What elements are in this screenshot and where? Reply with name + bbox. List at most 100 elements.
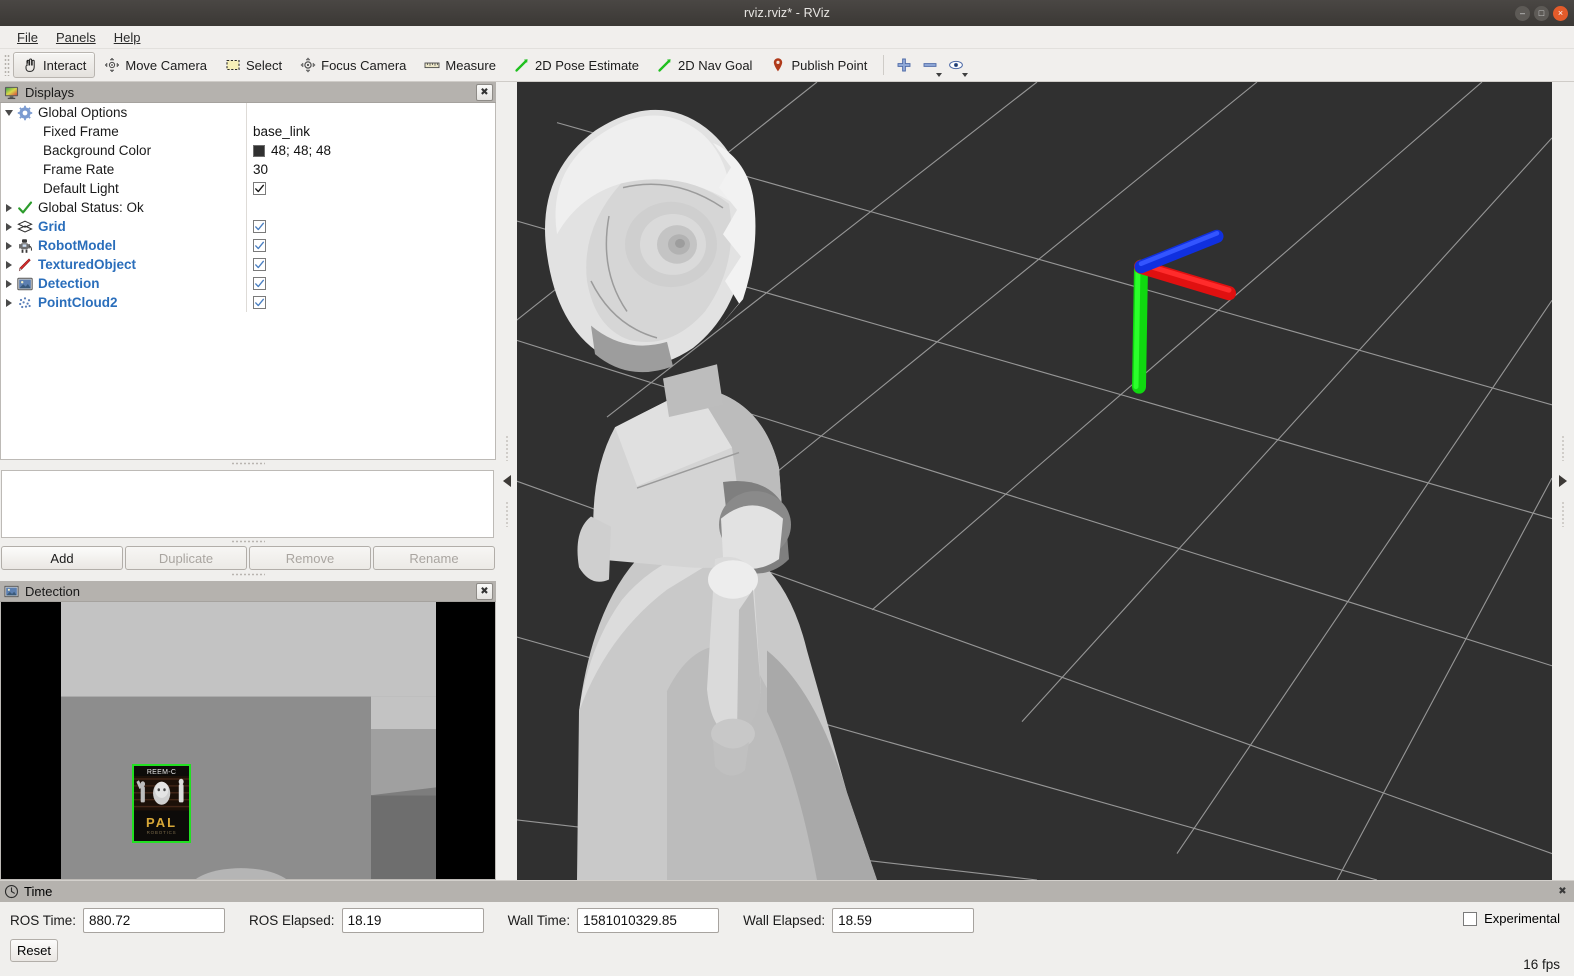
enable-checkbox[interactable] bbox=[253, 239, 266, 252]
tree-row-robotmodel[interactable]: RobotModel bbox=[1, 236, 495, 255]
tool-select-label: Select bbox=[246, 57, 283, 73]
tree-item-label: Fixed Frame bbox=[43, 124, 119, 139]
time-panel-close-button[interactable]: ✖ bbox=[1554, 883, 1571, 900]
enable-checkbox[interactable] bbox=[253, 277, 266, 290]
ros-elapsed-input[interactable] bbox=[341, 908, 484, 933]
render-view-3d[interactable] bbox=[517, 82, 1552, 880]
enable-checkbox[interactable] bbox=[253, 182, 266, 195]
tree-row-name: PointCloud2 bbox=[1, 293, 247, 312]
tree-row-detection[interactable]: Detection bbox=[1, 274, 495, 293]
tree-row-name: Detection bbox=[1, 274, 247, 293]
expander-expand-icon[interactable] bbox=[1, 260, 17, 269]
hand-cursor-icon bbox=[22, 57, 38, 73]
displays-tree[interactable]: Global Options Fixed Frame base_link Backgr… bbox=[0, 103, 496, 460]
close-button[interactable]: × bbox=[1553, 5, 1568, 21]
remove-tool-button[interactable] bbox=[917, 52, 943, 78]
right-view-splitter[interactable] bbox=[1552, 82, 1574, 880]
remove-display-button[interactable]: Remove bbox=[249, 546, 371, 570]
experimental-checkbox[interactable] bbox=[1463, 911, 1478, 926]
displays-panel-close-button[interactable]: ✖ bbox=[476, 84, 493, 101]
tree-row-grid[interactable]: Grid bbox=[1, 217, 495, 236]
tree-row-global-options[interactable]: Global Options bbox=[1, 103, 495, 122]
properties-splitter[interactable] bbox=[0, 538, 496, 545]
tree-item-label: Global Status: Ok bbox=[38, 200, 144, 215]
window-title: rviz.rviz* - RViz bbox=[744, 6, 830, 20]
minimize-button[interactable]: – bbox=[1515, 5, 1530, 21]
ogre-scene bbox=[517, 82, 1552, 880]
grid-icon bbox=[17, 219, 33, 235]
menu-help[interactable]: Help bbox=[105, 28, 150, 47]
tool-move-camera[interactable]: Move Camera bbox=[95, 52, 216, 78]
expander-expand-icon[interactable] bbox=[1, 298, 17, 307]
rename-display-button[interactable]: Rename bbox=[373, 546, 495, 570]
ros-time-label: ROS Time: bbox=[10, 913, 77, 928]
detection-panel-close-button[interactable]: ✖ bbox=[476, 583, 493, 600]
displays-splitter[interactable] bbox=[0, 460, 496, 467]
expander-expand-icon[interactable] bbox=[1, 203, 17, 212]
wall-time-input[interactable] bbox=[577, 908, 720, 933]
enable-checkbox[interactable] bbox=[253, 220, 266, 233]
duplicate-display-button[interactable]: Duplicate bbox=[125, 546, 247, 570]
tool-2d-pose-estimate-label: 2D Pose Estimate bbox=[534, 57, 640, 73]
detection-camera-view[interactable]: REEM-C PAL ROBOTICS bbox=[0, 602, 496, 880]
tree-value-text[interactable]: 48; 48; 48 bbox=[271, 143, 331, 158]
tree-row-value bbox=[247, 103, 495, 122]
left-view-splitter[interactable] bbox=[496, 82, 517, 880]
tree-row-value bbox=[247, 198, 495, 217]
display-properties-area bbox=[1, 470, 494, 538]
chevron-down-icon bbox=[962, 73, 969, 77]
expander-expand-icon[interactable] bbox=[1, 279, 17, 288]
focus-camera-icon bbox=[300, 57, 316, 73]
tree-row-default-light[interactable]: Default Light bbox=[1, 179, 495, 198]
tool-select[interactable]: Select bbox=[216, 52, 291, 78]
tool-measure-label: Measure bbox=[445, 57, 496, 73]
detection-splitter[interactable] bbox=[0, 571, 496, 578]
tree-row-value bbox=[247, 179, 495, 198]
reset-button[interactable]: Reset bbox=[10, 939, 58, 962]
time-panel: Time ✖ ROS Time: ROS Elapsed: Wall Time:… bbox=[0, 880, 1574, 976]
tree-value-text[interactable]: base_link bbox=[253, 124, 310, 139]
tree-row-name: RobotModel bbox=[1, 236, 247, 255]
wall-time-label: Wall Time: bbox=[507, 913, 571, 928]
green-arrow-icon bbox=[514, 57, 530, 73]
tool-focus-camera[interactable]: Focus Camera bbox=[291, 52, 415, 78]
tree-row-global-status-ok[interactable]: Global Status: Ok bbox=[1, 198, 495, 217]
experimental-toggle[interactable]: Experimental bbox=[1463, 911, 1560, 926]
tree-item-label: RobotModel bbox=[38, 238, 116, 253]
tool-interact[interactable]: Interact bbox=[13, 52, 96, 78]
expander-expand-icon[interactable] bbox=[1, 241, 17, 250]
tool-properties-button[interactable] bbox=[943, 52, 969, 78]
select-rect-icon bbox=[225, 57, 241, 73]
menu-panels[interactable]: Panels bbox=[47, 28, 105, 47]
expander-collapse-icon[interactable] bbox=[1, 109, 17, 116]
tree-row-frame-rate[interactable]: Frame Rate 30 bbox=[1, 160, 495, 179]
tree-row-pointcloud2[interactable]: PointCloud2 bbox=[1, 293, 495, 312]
maximize-button[interactable]: □ bbox=[1534, 5, 1549, 21]
toolbar-grip[interactable] bbox=[4, 54, 10, 76]
tree-row-fixed-frame[interactable]: Fixed Frame base_link bbox=[1, 122, 495, 141]
color-swatch[interactable] bbox=[253, 144, 265, 157]
tree-value-text[interactable]: 30 bbox=[253, 162, 268, 177]
add-display-button[interactable]: Add bbox=[1, 546, 123, 570]
collapse-left-arrow-icon[interactable] bbox=[502, 475, 511, 487]
enable-checkbox[interactable] bbox=[253, 296, 266, 309]
robot-icon bbox=[17, 238, 33, 254]
tree-item-label: PointCloud2 bbox=[38, 295, 118, 310]
ros-time-input[interactable] bbox=[83, 908, 226, 933]
tree-row-texturedobject[interactable]: TexturedObject bbox=[1, 255, 495, 274]
expander-expand-icon[interactable] bbox=[1, 222, 17, 231]
minus-icon bbox=[922, 57, 938, 73]
tool-2d-nav-goal[interactable]: 2D Nav Goal bbox=[648, 52, 761, 78]
collapse-right-arrow-icon[interactable] bbox=[1559, 475, 1567, 487]
tree-row-background-color[interactable]: Background Color 48; 48; 48 bbox=[1, 141, 495, 160]
splitter-dots bbox=[505, 435, 508, 461]
tool-publish-point[interactable]: Publish Point bbox=[761, 52, 876, 78]
tool-measure[interactable]: Measure bbox=[415, 52, 505, 78]
enable-checkbox[interactable] bbox=[253, 258, 266, 271]
tool-2d-pose-estimate[interactable]: 2D Pose Estimate bbox=[505, 52, 648, 78]
add-tool-button[interactable] bbox=[891, 52, 917, 78]
pointcloud-icon bbox=[17, 295, 33, 311]
wall-elapsed-input[interactable] bbox=[832, 908, 975, 933]
menu-file[interactable]: File bbox=[8, 28, 47, 47]
menu-bar: File Panels Help bbox=[0, 26, 1574, 49]
